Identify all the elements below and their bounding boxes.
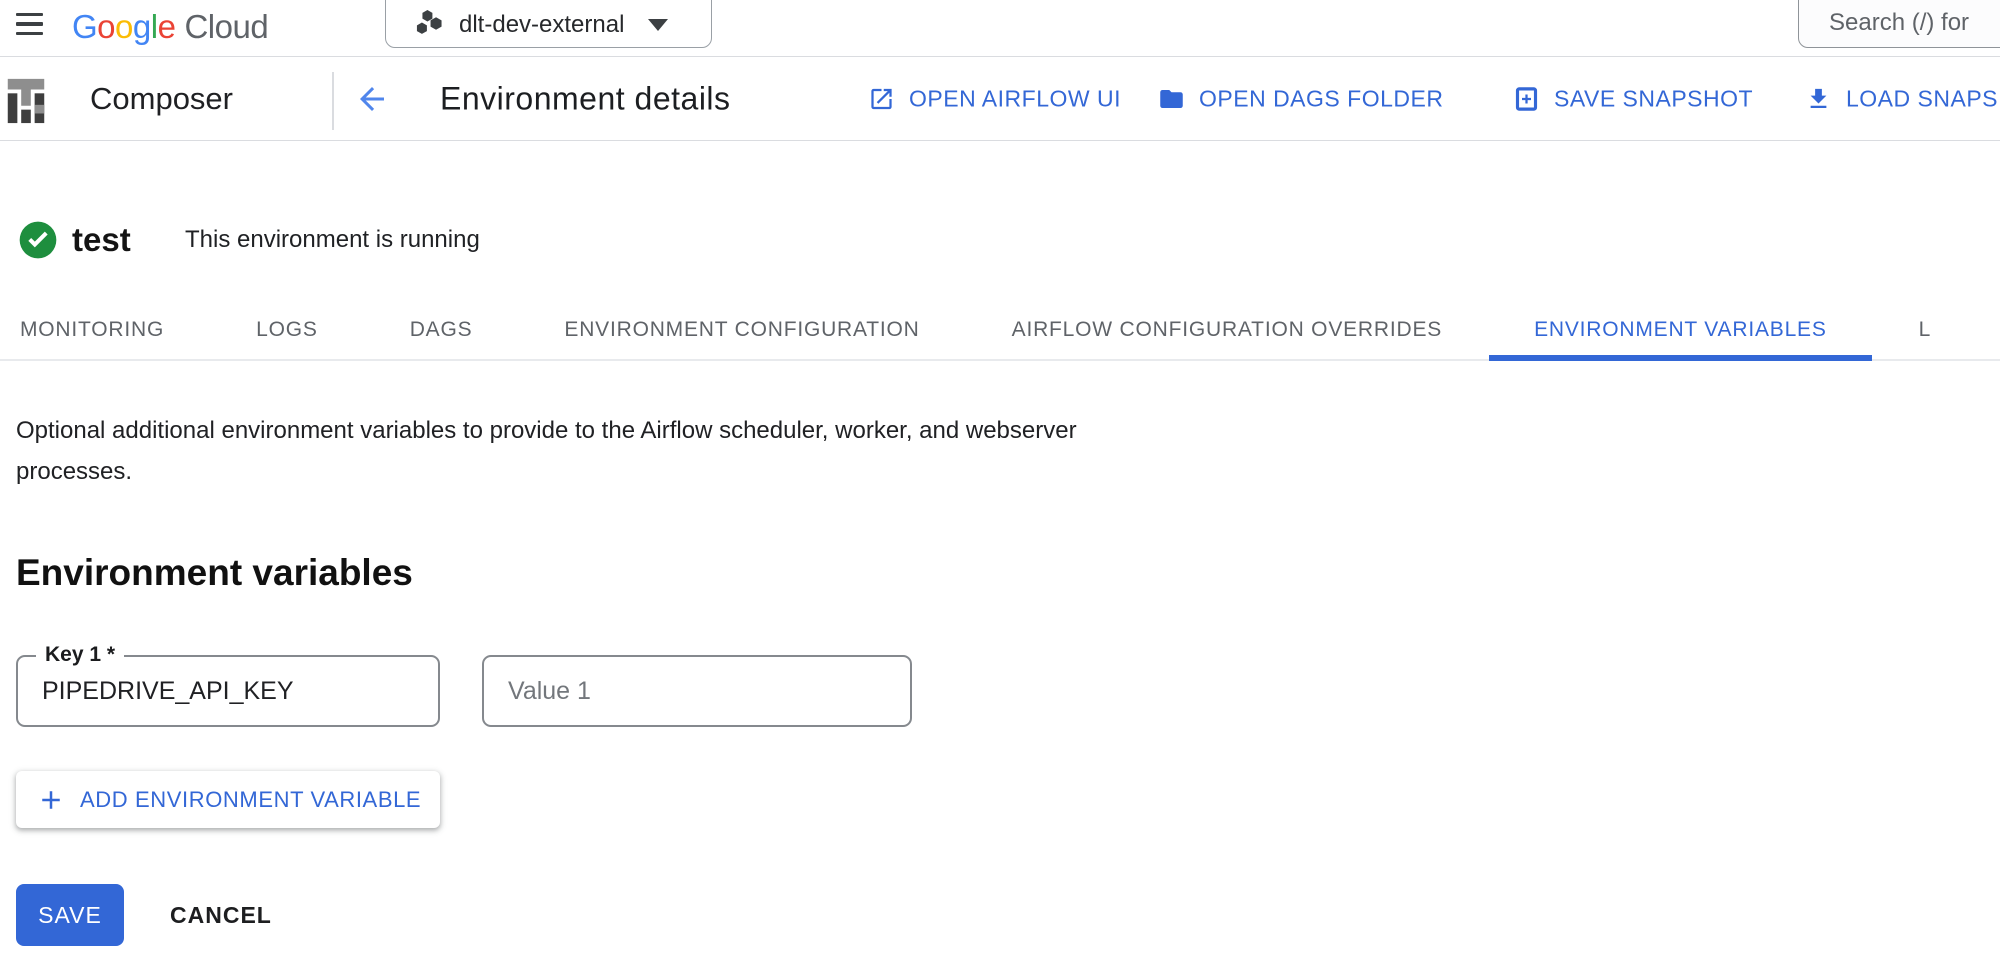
google-logo-letter: o	[115, 8, 133, 45]
add-environment-variable-button[interactable]: ADD ENVIRONMENT VARIABLE	[16, 771, 440, 828]
google-logo-letter: e	[158, 8, 176, 45]
tab-environment-configuration[interactable]: ENVIRONMENT CONFIGURATION	[564, 300, 919, 359]
action-label: LOAD SNAPS	[1846, 86, 1998, 113]
key-field-label: Key 1 *	[36, 643, 124, 667]
search-input[interactable]: Search (/) for	[1798, 0, 2000, 48]
action-load-snaps-button[interactable]: LOAD SNAPS	[1805, 86, 1998, 113]
tab-airflow-configuration-overrides[interactable]: AIRFLOW CONFIGURATION OVERRIDES	[1012, 300, 1442, 359]
tab-bar: MONITORING LOGS DAGS ENVIRONMENT CONFIGURAT…	[0, 300, 2000, 361]
action-label: SAVE SNAPSHOT	[1554, 86, 1753, 113]
composer-header: Composer Environment details OPEN AIRFLO…	[0, 58, 2000, 141]
key-input[interactable]	[18, 657, 438, 725]
project-name-label: dlt-dev-external	[459, 11, 624, 39]
key-field-container: Key 1 *	[16, 655, 440, 727]
environment-name: test	[72, 221, 131, 259]
section-title: Environment variables	[16, 552, 413, 594]
note-add-icon	[1513, 86, 1540, 113]
top-bar: Google Cloud dlt-dev-external Search (/)…	[0, 0, 2000, 57]
action-label: OPEN AIRFLOW UI	[909, 86, 1121, 113]
value-input[interactable]	[484, 657, 910, 725]
check-circle-icon	[18, 220, 58, 260]
project-hexagons-icon	[416, 9, 443, 41]
action-open-airflow-ui-button[interactable]: OPEN AIRFLOW UI	[868, 86, 1121, 113]
google-cloud-logo-cloud-text: Cloud	[184, 8, 268, 46]
arrow-back-icon[interactable]	[354, 81, 390, 117]
google-cloud-logo: Google Cloud	[72, 7, 268, 47]
environment-status-message: This environment is running	[185, 226, 480, 254]
app-name: Composer	[90, 81, 233, 117]
google-logo-letter: G	[72, 8, 97, 45]
plus-icon	[36, 785, 66, 815]
search-placeholder: Search (/) for	[1829, 9, 1969, 37]
add-environment-variable-label: ADD ENVIRONMENT VARIABLE	[80, 787, 421, 813]
google-logo-letter: o	[97, 8, 115, 45]
composer-logo-icon	[2, 77, 50, 125]
tab-environment-variables[interactable]: ENVIRONMENT VARIABLES	[1534, 300, 1827, 359]
google-logo-letter: g	[133, 8, 151, 45]
value-field-container	[482, 655, 912, 727]
tab-l[interactable]: L	[1919, 300, 1931, 359]
menu-icon[interactable]	[16, 11, 46, 37]
project-selector[interactable]: dlt-dev-external	[385, 0, 712, 48]
cancel-button[interactable]: CANCEL	[170, 884, 272, 946]
tab-logs[interactable]: LOGS	[256, 300, 318, 359]
tab-dags[interactable]: DAGS	[410, 300, 473, 359]
action-save-snapshot-button[interactable]: SAVE SNAPSHOT	[1513, 86, 1753, 113]
environment-status-row: test This environment is running	[0, 218, 2000, 262]
open-in-new-icon	[868, 86, 895, 113]
page-title: Environment details	[440, 81, 731, 118]
tab-monitoring[interactable]: MONITORING	[20, 300, 164, 359]
action-open-dags-folder-button[interactable]: OPEN DAGS FOLDER	[1158, 86, 1443, 113]
download-icon	[1805, 86, 1832, 113]
caret-down-icon	[648, 19, 668, 31]
tab-description: Optional additional environment variable…	[16, 410, 1116, 492]
save-button[interactable]: SAVE	[16, 884, 124, 946]
google-logo: Google	[72, 8, 175, 46]
folder-icon	[1158, 86, 1185, 113]
action-label: OPEN DAGS FOLDER	[1199, 86, 1443, 113]
google-logo-letter: l	[151, 8, 158, 45]
header-divider	[332, 72, 334, 130]
